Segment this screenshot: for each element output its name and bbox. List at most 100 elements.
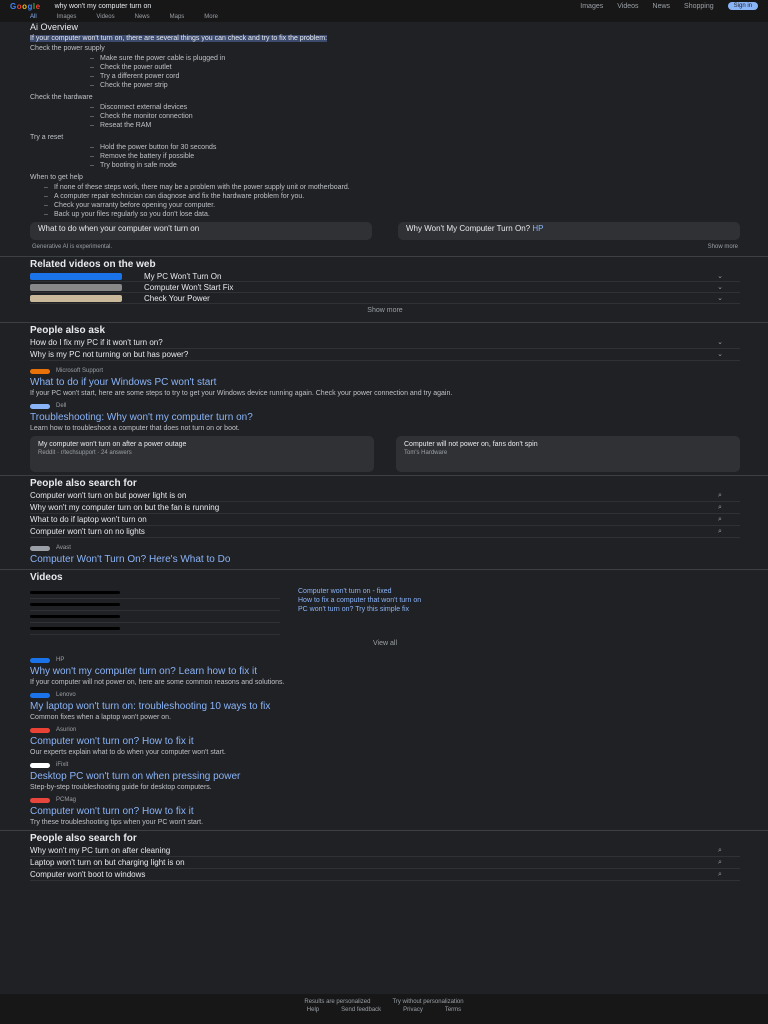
source-card[interactable]: Why Won't My Computer Turn On? HP xyxy=(398,222,740,240)
footer-link[interactable]: Privacy xyxy=(403,1006,423,1014)
chevron-down-icon[interactable]: ⌄ xyxy=(700,271,740,282)
result-title-link[interactable]: My laptop won't turn on: troubleshooting… xyxy=(30,701,740,713)
video-item[interactable] xyxy=(30,611,280,623)
query-text: Computer won't boot to windows xyxy=(30,870,146,879)
featured-lead: Ai Overview xyxy=(30,22,79,32)
result-snippet: Common fixes when a laptop won't power o… xyxy=(30,714,172,721)
nav-videos[interactable]: Videos xyxy=(617,1,638,12)
nav-images[interactable]: Images xyxy=(580,1,603,12)
section-title: People also search for xyxy=(30,478,137,489)
google-logo[interactable]: Google xyxy=(10,1,41,12)
video-link[interactable]: How to fix a computer that won't turn on xyxy=(298,596,740,605)
tab-more[interactable]: More xyxy=(204,12,218,22)
tab-maps[interactable]: Maps xyxy=(170,12,185,22)
result-title-link[interactable]: Computer won't turn on? How to fix it xyxy=(30,736,740,748)
source-card-title: What to do when your computer won't turn… xyxy=(38,224,200,233)
query-row[interactable]: What to do if laptop won't turn on ⌕ xyxy=(30,514,740,526)
search-result: Dell Troubleshooting: Why won't my compu… xyxy=(30,401,740,433)
video-item[interactable] xyxy=(30,599,280,611)
result-title-link[interactable]: What to do if your Windows PC won't star… xyxy=(30,377,740,389)
top-bar: Google why won't my computer turn on Ima… xyxy=(0,0,768,12)
query-row[interactable]: Computer won't turn on no lights ⌕ xyxy=(30,526,740,538)
video-link[interactable]: PC won't turn on? Try this simple fix xyxy=(298,605,740,614)
list-item: If none of these steps work, there may b… xyxy=(44,183,740,192)
discussion-card[interactable]: Computer will not power on, fans don't s… xyxy=(396,436,740,472)
result-title-link[interactable]: Computer Won't Turn On? Here's What to D… xyxy=(30,554,740,566)
video-item[interactable] xyxy=(30,623,280,635)
video-row[interactable]: My PC Won't Turn On ⌄ xyxy=(30,271,740,282)
signin-button[interactable]: Sign in xyxy=(727,2,758,10)
site-favicon xyxy=(30,658,50,663)
search-input[interactable]: why won't my computer turn on xyxy=(55,1,567,12)
result-title-link[interactable]: Why won't my computer turn on? Learn how… xyxy=(30,666,740,678)
show-more-button[interactable]: Show more xyxy=(30,305,740,316)
site-name: Dell xyxy=(56,403,67,409)
question-row[interactable]: Why is my PC not turning on but has powe… xyxy=(30,349,740,361)
chevron-down-icon[interactable]: ⌄ xyxy=(700,337,740,348)
question-row[interactable]: How do I fix my PC if it won't turn on? ⌄ xyxy=(30,337,740,349)
list-item: Reseat the RAM xyxy=(90,121,740,130)
page-footer: Results are personalized Try without per… xyxy=(0,994,768,1024)
footer-link[interactable]: Send feedback xyxy=(341,1006,381,1014)
view-all-button[interactable]: View all xyxy=(30,638,740,649)
result-snippet: Step-by-step troubleshooting guide for d… xyxy=(30,784,212,791)
discussion-boxes: My computer won't turn on after a power … xyxy=(30,436,740,472)
query-row[interactable]: Why won't my computer turn on but the fa… xyxy=(30,502,740,514)
section-title: Videos xyxy=(30,572,63,583)
query-row[interactable]: Computer won't turn on but power light i… xyxy=(30,490,740,502)
query-text: Why won't my computer turn on but the fa… xyxy=(30,503,220,512)
chevron-down-icon[interactable]: ⌄ xyxy=(700,282,740,293)
video-title: My PC Won't Turn On xyxy=(144,271,222,281)
footer-link[interactable]: Try without personalization xyxy=(392,998,463,1006)
source-card[interactable]: What to do when your computer won't turn… xyxy=(30,222,372,240)
people-also-ask: People also ask How do I fix my PC if it… xyxy=(0,322,768,363)
discussion-title: My computer won't turn on after a power … xyxy=(38,441,187,448)
nav-shopping[interactable]: Shopping xyxy=(684,1,714,12)
nav-news[interactable]: News xyxy=(653,1,671,12)
section-title: Related videos on the web xyxy=(30,259,156,270)
chevron-down-icon[interactable]: ⌄ xyxy=(700,293,740,304)
discussion-meta: Tom's Hardware xyxy=(404,450,448,456)
search-icon: ⌕ xyxy=(718,492,722,499)
site-name: Avast xyxy=(56,545,71,551)
section-heading: When to get help xyxy=(30,174,83,181)
source-card-site: HP xyxy=(532,224,544,233)
list-item: Try a different power cord xyxy=(90,72,740,81)
section-heading: Try a reset xyxy=(30,134,64,141)
footer-link[interactable]: Help xyxy=(307,1006,319,1014)
result-snippet: If your PC won't start, here are some st… xyxy=(30,390,453,397)
video-row[interactable]: Computer Won't Start Fix ⌄ xyxy=(30,282,740,293)
discussion-meta: Reddit · r/techsupport · 24 answers xyxy=(38,450,132,456)
video-row[interactable]: Check Your Power ⌄ xyxy=(30,293,740,304)
people-also-search: People also search for Computer won't tu… xyxy=(0,475,768,540)
result-title-link[interactable]: Computer won't turn on? How to fix it xyxy=(30,806,740,818)
query-row[interactable]: Laptop won't turn on but charging light … xyxy=(30,857,740,869)
search-result: Asurion Computer won't turn on? How to f… xyxy=(30,725,740,757)
search-icon: ⌕ xyxy=(718,504,722,511)
section-heading: Check the power supply xyxy=(30,45,105,52)
search-result: Avast Computer Won't Turn On? Here's Wha… xyxy=(30,543,740,566)
chevron-down-icon[interactable]: ⌄ xyxy=(700,349,740,360)
site-name: HP xyxy=(56,657,65,663)
video-thumbnail xyxy=(30,591,120,594)
footer-link[interactable]: Terms xyxy=(445,1006,461,1014)
tab-images[interactable]: Images xyxy=(57,12,77,22)
result-title-link[interactable]: Desktop PC won't turn on when pressing p… xyxy=(30,771,740,783)
logo-letter: G xyxy=(10,1,17,11)
video-thumbnail xyxy=(30,294,122,302)
result-title-link[interactable]: Troubleshooting: Why won't my computer t… xyxy=(30,412,740,424)
section-heading: Check the hardware xyxy=(30,94,93,101)
tab-videos[interactable]: Videos xyxy=(96,12,114,22)
query-row[interactable]: Computer won't boot to windows ⌕ xyxy=(30,869,740,881)
show-more-link[interactable]: Show more xyxy=(708,242,738,253)
site-name: Lenovo xyxy=(56,692,76,698)
source-card-title: Why Won't My Computer Turn On? xyxy=(406,224,531,233)
query-row[interactable]: Why won't my PC turn on after cleaning ⌕ xyxy=(30,845,740,857)
tab-news[interactable]: News xyxy=(135,12,150,22)
discussion-card[interactable]: My computer won't turn on after a power … xyxy=(30,436,374,472)
tab-all[interactable]: All xyxy=(30,12,37,22)
video-item[interactable] xyxy=(30,587,280,599)
video-link[interactable]: Computer won't turn on - fixed xyxy=(298,587,740,596)
video-thumbnail xyxy=(30,283,122,291)
site-name: iFixit xyxy=(56,762,69,768)
